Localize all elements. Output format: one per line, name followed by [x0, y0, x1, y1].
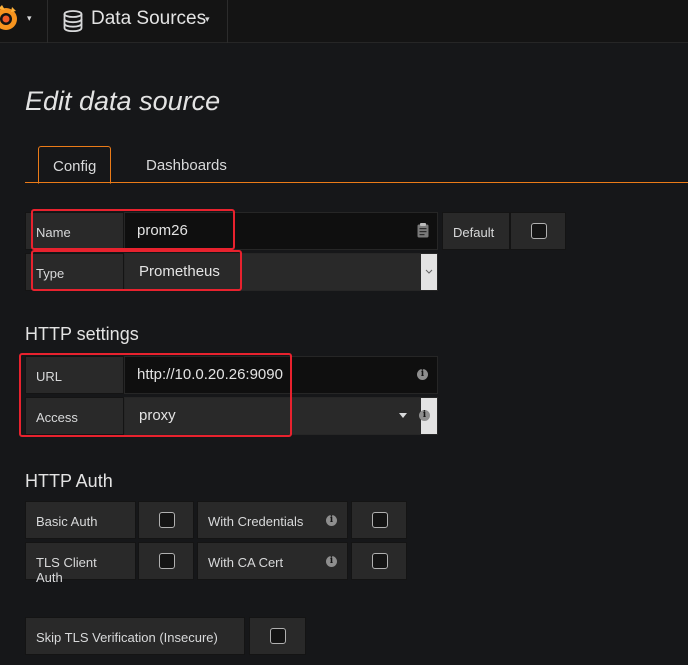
chevron-down-icon: ▾ [27, 13, 32, 23]
tab-dashboards[interactable]: Dashboards [132, 146, 241, 184]
page-title: Edit data source [25, 86, 221, 116]
name-input[interactable]: prom26 [124, 212, 438, 250]
data-sources-dropdown[interactable]: Data Sources ▾ [48, 0, 228, 43]
http-settings-title: HTTP settings [25, 324, 139, 344]
access-select[interactable]: proxy [124, 397, 438, 435]
database-icon [63, 10, 83, 32]
info-icon[interactable]: i [326, 556, 337, 567]
http-auth-title: HTTP Auth [25, 471, 113, 491]
type-select-arrow[interactable] [421, 254, 437, 290]
chevron-down-icon: ▾ [205, 14, 210, 24]
tls-client-auth-checkbox-cell [138, 542, 194, 580]
skip-tls-label: Skip TLS Verification (Insecure) [25, 617, 245, 655]
with-credentials-checkbox[interactable] [372, 512, 388, 528]
name-label: Name [25, 212, 124, 250]
type-label: Type [25, 253, 124, 291]
tls-client-auth-checkbox[interactable] [159, 553, 175, 569]
default-label: Default [442, 212, 510, 250]
type-select-value: Prometheus [139, 263, 220, 280]
chevron-down-icon [425, 269, 433, 274]
data-sources-label: Data Sources [91, 8, 207, 29]
top-navbar: ▾ Data Sources ▾ [0, 0, 688, 43]
tabs-underline [25, 182, 688, 183]
skip-tls-checkbox[interactable] [270, 628, 286, 644]
info-icon[interactable]: i [417, 369, 428, 380]
default-checkbox[interactable] [531, 223, 547, 239]
with-ca-cert-label: With CA Cert i [197, 542, 348, 580]
skip-tls-checkbox-cell [249, 617, 306, 655]
grafana-menu-button[interactable]: ▾ [0, 0, 48, 43]
basic-auth-checkbox[interactable] [159, 512, 175, 528]
tls-client-auth-label: TLS Client Auth [25, 542, 136, 585]
basic-auth-label: Basic Auth [25, 501, 136, 539]
access-select-value: proxy [139, 407, 176, 424]
caret-down-icon [399, 413, 407, 418]
grafana-logo-icon [0, 5, 17, 30]
with-ca-cert-text: With CA Cert [208, 555, 284, 570]
with-ca-cert-checkbox-cell [351, 542, 407, 580]
clipboard-icon[interactable] [417, 223, 429, 238]
with-credentials-text: With Credentials [208, 514, 304, 529]
tab-config[interactable]: Config [38, 146, 111, 184]
url-input-value: http://10.0.20.26:9090 [137, 366, 283, 383]
type-select[interactable]: Prometheus [124, 253, 438, 291]
basic-auth-checkbox-cell [138, 501, 194, 539]
with-credentials-checkbox-cell [351, 501, 407, 539]
access-select-arrow[interactable]: i [419, 398, 437, 434]
url-label: URL [25, 356, 124, 394]
name-input-value: prom26 [137, 222, 188, 239]
with-ca-cert-checkbox[interactable] [372, 553, 388, 569]
default-checkbox-cell [510, 212, 566, 250]
info-icon[interactable]: i [326, 515, 337, 526]
url-input[interactable]: http://10.0.20.26:9090 [124, 356, 438, 394]
access-label: Access [25, 397, 124, 435]
with-credentials-label: With Credentials i [197, 501, 348, 539]
info-icon[interactable]: i [419, 410, 430, 421]
